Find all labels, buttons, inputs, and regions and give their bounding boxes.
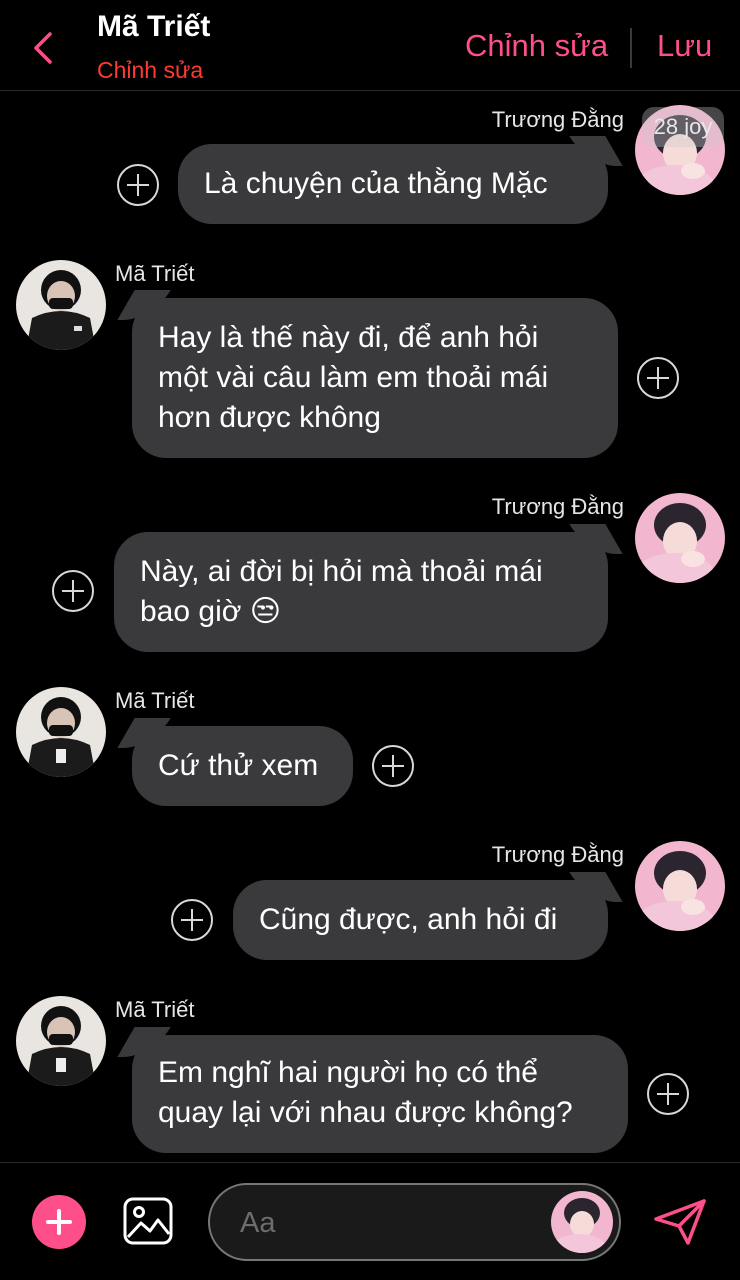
chat-title: Mã Triết <box>97 10 211 43</box>
chat-subtitle[interactable]: Chỉnh sửa <box>97 57 203 84</box>
message-sender: Mã Triết <box>115 688 195 713</box>
bubble-tail <box>117 290 171 320</box>
input-avatar[interactable] <box>551 1191 613 1253</box>
avatar-truong-dang[interactable] <box>635 493 725 583</box>
avatar-image <box>16 260 106 350</box>
avatar-ma-triet[interactable] <box>16 996 106 1086</box>
add-reaction-button[interactable] <box>647 1073 689 1115</box>
avatar-image <box>551 1191 613 1253</box>
send-button[interactable] <box>652 1197 708 1247</box>
avatar-image <box>16 996 106 1086</box>
bubble-tail <box>569 872 623 902</box>
message-sender: Trương Đằng <box>491 107 624 132</box>
add-reaction-button[interactable] <box>637 357 679 399</box>
message-bubble[interactable]: Em nghĩ hai người họ có thể quay lại với… <box>117 1027 628 1153</box>
message-text: Cũng được, anh hỏi đi <box>259 903 558 936</box>
message-bubble[interactable]: Này, ai đời bị hỏi mà thoải mái bao giờ … <box>114 524 623 652</box>
avatar-ma-triet[interactable] <box>16 260 106 350</box>
message-text: Này, ai đời bị hỏi mà thoải mái bao giờ … <box>140 555 543 628</box>
avatar-ma-triet[interactable] <box>16 687 106 777</box>
image-icon <box>123 1197 173 1245</box>
save-button[interactable]: Lưu <box>657 28 712 64</box>
avatar-image <box>635 493 725 583</box>
add-reaction-button[interactable] <box>372 745 414 787</box>
bubble-tail <box>117 718 171 748</box>
message-bubble[interactable]: Là chuyện của thằng Mặc <box>178 136 623 224</box>
avatar-image <box>16 687 106 777</box>
add-button[interactable] <box>32 1195 86 1249</box>
send-icon <box>654 1199 706 1245</box>
message-bubble[interactable]: Cứ thử xem <box>117 718 353 806</box>
message-sender: Trương Đằng <box>491 494 624 519</box>
bubble-tail <box>569 524 623 554</box>
avatar-image <box>635 841 725 931</box>
bubble-tail <box>569 136 623 166</box>
message-sender: Mã Triết <box>115 997 195 1022</box>
message-input[interactable]: Aa <box>208 1183 621 1261</box>
message-sender: Mã Triết <box>115 261 195 286</box>
message-text: Em nghĩ hai người họ có thể quay lại với… <box>158 1056 573 1129</box>
message-text: Là chuyện của thằng Mặc <box>204 167 548 200</box>
input-placeholder: Aa <box>240 1207 276 1239</box>
chevron-left-icon <box>34 32 52 64</box>
add-reaction-button[interactable] <box>52 570 94 612</box>
message-sender: Trương Đằng <box>491 842 624 867</box>
add-reaction-button[interactable] <box>117 164 159 206</box>
edit-button[interactable]: Chỉnh sửa <box>465 28 608 64</box>
message-text: Hay là thế này đi, để anh hỏi một vài câ… <box>158 321 549 434</box>
add-reaction-button[interactable] <box>171 899 213 941</box>
chat-header: Mã Triết Chỉnh sửa Chỉnh sửa Lưu <box>0 0 740 91</box>
message-bubble[interactable]: Cũng được, anh hỏi đi <box>233 872 623 960</box>
back-button[interactable] <box>28 28 60 68</box>
header-divider <box>630 28 632 68</box>
message-bubble[interactable]: Hay là thế này đi, để anh hỏi một vài câ… <box>117 290 618 458</box>
watermark-badge: 28 joy <box>642 107 724 147</box>
composer-bar: Aa <box>0 1162 740 1280</box>
gallery-button[interactable] <box>122 1196 174 1246</box>
avatar-truong-dang[interactable] <box>635 841 725 931</box>
message-text: Cứ thử xem <box>158 749 319 782</box>
